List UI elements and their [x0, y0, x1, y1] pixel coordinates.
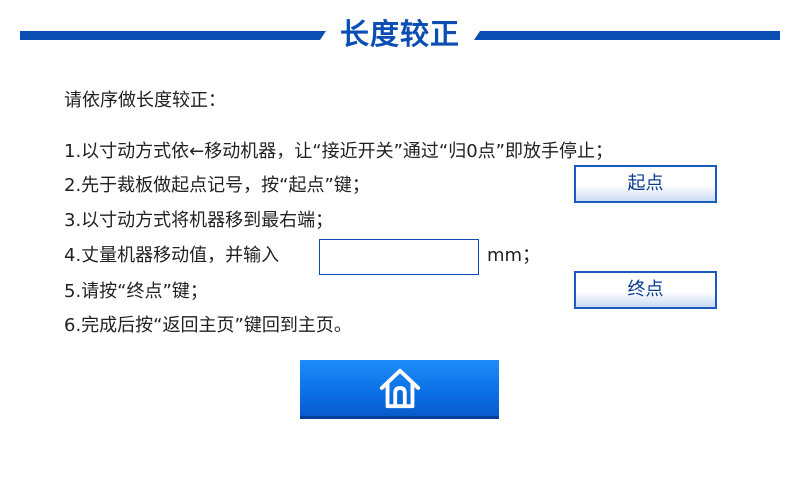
instruction-step-1: 1.以寸动方式依←移动机器，让“接近开关”通过“归0点”即放手停止；: [64, 141, 614, 162]
instruction-step-3: 3.以寸动方式将机器移到最右端；: [64, 210, 334, 231]
instruction-step-2: 2.先于裁板做起点记号，按“起点”键；: [64, 175, 370, 196]
end-point-button[interactable]: 终点: [574, 271, 717, 309]
instruction-step-5: 5.请按“终点”键；: [64, 281, 208, 302]
header-bar-right: [474, 31, 780, 40]
instruction-step-6: 6.完成后按“返回主页”键回到主页。: [64, 315, 352, 336]
instructions-intro: 请依序做长度较正：: [64, 90, 226, 111]
start-point-button[interactable]: 起点: [574, 165, 717, 203]
length-unit-label: mm；: [487, 245, 541, 266]
home-icon: [379, 368, 420, 409]
page-title: 长度较正: [339, 17, 460, 51]
length-calibration-screen: 长度较正 请依序做长度较正： 1.以寸动方式依←移动机器，让“接近开关”通过“归…: [0, 0, 800, 480]
header-bar-left: [20, 31, 326, 40]
home-button[interactable]: [300, 360, 499, 419]
length-input[interactable]: [319, 239, 479, 275]
instruction-step-4: 4.丈量机器移动值，并输入: [64, 245, 280, 266]
